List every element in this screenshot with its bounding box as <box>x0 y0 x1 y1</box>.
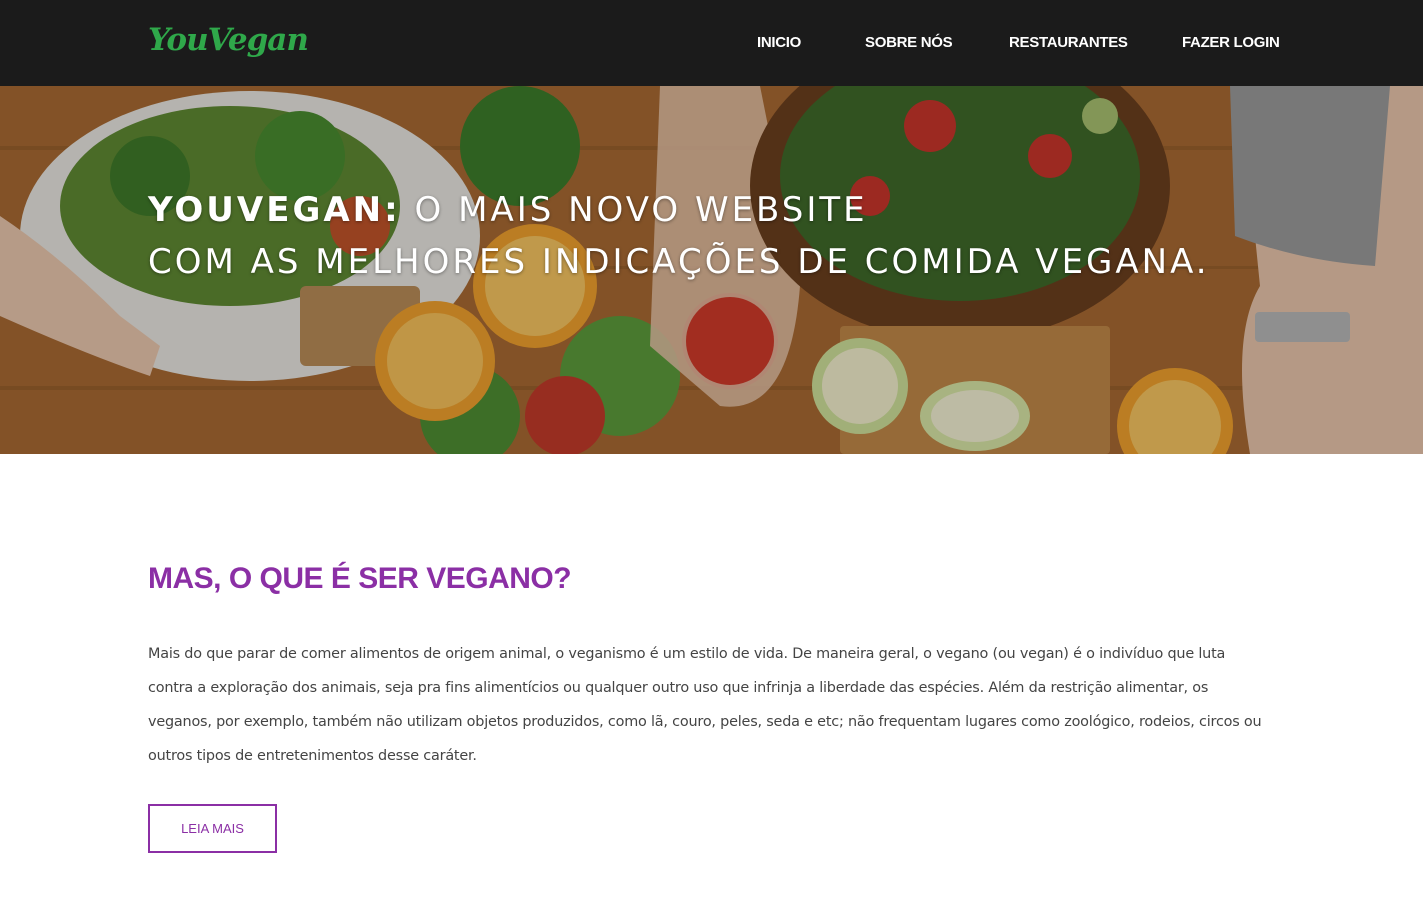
hero-title-line2: COM AS MELHORES INDICAÇÕES DE COMIDA VEG… <box>148 242 1210 282</box>
nav-link-inicio[interactable]: INICIO <box>757 34 801 51</box>
hero-banner: YOUVEGAN: O MAIS NOVO WEBSITE COM AS MEL… <box>0 86 1423 454</box>
main-nav: INICIO SOBRE NÓS RESTAURANTES FAZER LOGI… <box>0 34 1423 54</box>
top-navbar: YouVegan INICIO SOBRE NÓS RESTAURANTES F… <box>0 0 1423 86</box>
about-heading: MAS, O QUE É SER VEGANO? <box>148 562 572 595</box>
nav-link-restaurantes[interactable]: RESTAURANTES <box>1009 34 1128 51</box>
read-more-button[interactable]: LEIA MAIS <box>148 804 277 853</box>
nav-link-sobre-nos[interactable]: SOBRE NÓS <box>865 34 953 51</box>
about-paragraph: Mais do que parar de comer alimentos de … <box>148 646 1262 764</box>
hero-title: YOUVEGAN: O MAIS NOVO WEBSITE COM AS MEL… <box>148 184 1298 288</box>
hero-title-line1: O MAIS NOVO WEBSITE <box>400 190 868 230</box>
nav-link-fazer-login[interactable]: FAZER LOGIN <box>1182 34 1280 51</box>
hero-title-brand: YOUVEGAN: <box>148 190 401 230</box>
